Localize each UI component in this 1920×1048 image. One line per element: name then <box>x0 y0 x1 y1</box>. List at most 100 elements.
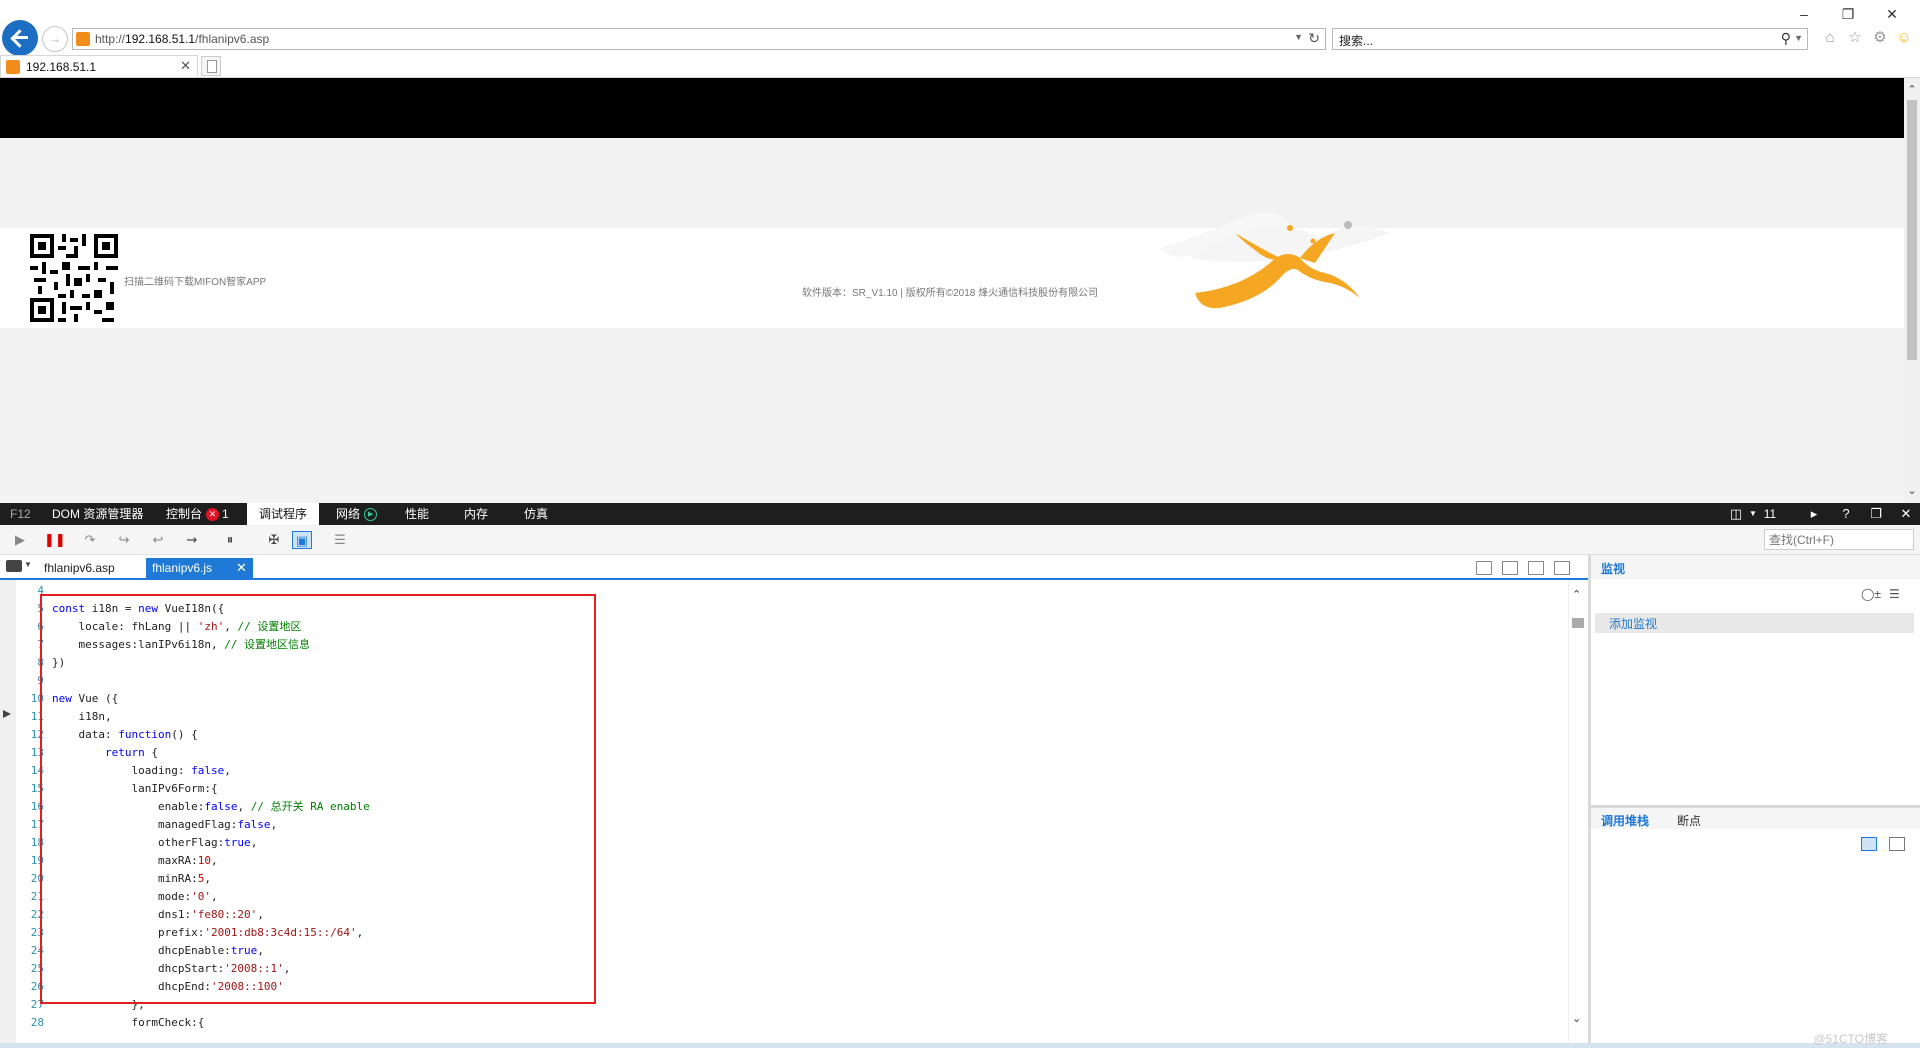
tab-emulation[interactable]: 仿真 <box>524 503 548 525</box>
target-monitor-icon[interactable]: ◫ <box>1726 503 1746 525</box>
continue-icon[interactable]: ▶ <box>10 531 30 549</box>
restore-button[interactable]: ❐ <box>1836 4 1860 24</box>
disconnect-debugger-icon[interactable]: ✠ <box>264 531 284 549</box>
close-devtools-icon[interactable]: ✕ <box>1896 503 1916 525</box>
search-icon[interactable]: ⚲ <box>1781 30 1791 47</box>
refresh-icon[interactable]: ↻ <box>1308 30 1320 47</box>
tab-favicon-icon <box>6 60 20 74</box>
folder-icon[interactable] <box>6 560 22 572</box>
brand-logo <box>1160 213 1390 309</box>
code-scroll-thumb[interactable] <box>1572 618 1584 628</box>
word-wrap-icon[interactable] <box>1528 561 1544 575</box>
address-dropdown-icon[interactable]: ▼ <box>1294 32 1303 42</box>
breakpoint-gutter[interactable] <box>0 580 16 1048</box>
settings-gear-icon[interactable]: ⚙ <box>1870 28 1890 48</box>
exception-behavior-icon[interactable]: ⏸ <box>220 531 240 549</box>
site-favicon-icon <box>76 32 90 46</box>
code-line[interactable]: 28 formCheck:{ <box>18 1014 1578 1032</box>
step-out-icon[interactable]: ↩ <box>148 531 168 549</box>
close-window-button[interactable]: ✕ <box>1880 4 1904 24</box>
file-tab-js[interactable]: fhlanipv6.js ✕ <box>146 558 253 578</box>
scroll-up-icon[interactable]: ⌃ <box>1904 82 1920 98</box>
home-icon[interactable]: ⌂ <box>1820 28 1840 48</box>
search-input[interactable]: 搜索... ⚲ ▼ <box>1332 28 1808 50</box>
devtools-status-strip <box>0 1043 1920 1048</box>
current-line-arrow-icon <box>3 710 11 718</box>
help-icon[interactable]: ? <box>1836 503 1856 525</box>
record-play-icon[interactable]: ▶ <box>364 508 378 522</box>
qr-code-image <box>30 234 118 322</box>
console-error-count: 1 <box>222 507 229 521</box>
devtools-tab-bar: F12 DOM 资源管理器 控制台 ✕ 1 调试程序 网络 ▶ 性能 内存 仿真 ◫ … <box>0 503 1920 525</box>
document-mode-label[interactable]: 11 <box>1760 503 1780 525</box>
version-copyright-text: 软件版本：SR_V1.10 | 版权所有©2018 烽火通信科技股份有限公司 <box>802 288 1099 299</box>
devtools-panel: F12 DOM 资源管理器 控制台 ✕ 1 调试程序 网络 ▶ 性能 内存 仿真 ◫ … <box>0 503 1920 1048</box>
scroll-down-icon[interactable]: ⌄ <box>1904 483 1920 499</box>
minimize-button[interactable]: – <box>1792 4 1816 24</box>
console-toggle-icon[interactable]: ▸ <box>1804 503 1824 525</box>
file-tab-asp[interactable]: fhlanipv6.asp <box>38 558 121 578</box>
show-frames-icon[interactable] <box>1861 837 1877 851</box>
add-watch-icon[interactable]: ◯± <box>1861 587 1881 601</box>
tab-console-label: 控制台 <box>166 507 203 521</box>
pretty-print-icon[interactable]: ☰ <box>330 531 350 549</box>
address-bar[interactable]: http://192.168.51.1/fhlanipv6.asp ▼ ↻ <box>72 28 1326 50</box>
new-tab-button[interactable] <box>201 56 221 76</box>
page-footer <box>0 228 1904 328</box>
find-input[interactable] <box>1764 529 1914 550</box>
source-map-icon[interactable] <box>1554 561 1570 575</box>
just-my-code-icon[interactable]: ▣ <box>292 531 312 549</box>
red-highlight-box <box>40 594 596 1004</box>
watch-list-icon[interactable]: ☰ <box>1889 587 1905 601</box>
callstack-options-icon[interactable] <box>1889 837 1905 851</box>
watermark-text: @51CTO博客 <box>1813 1032 1888 1046</box>
code-text: formCheck:{ <box>52 1016 205 1029</box>
file-tab-close-icon[interactable]: ✕ <box>236 560 247 575</box>
watch-header: 监视 <box>1591 555 1920 579</box>
feedback-smiley-icon[interactable]: ☺ <box>1894 28 1914 48</box>
qr-caption: 扫描二维码下载MIFON智家APP <box>124 277 267 288</box>
folder-dropdown-icon[interactable]: ▼ <box>24 560 32 569</box>
error-x-icon: ✕ <box>206 508 220 522</box>
tab-close-icon[interactable]: ✕ <box>180 58 191 74</box>
tab-performance[interactable]: 性能 <box>405 503 429 525</box>
tab-title: 192.168.51.1 <box>26 60 97 74</box>
add-watch-row[interactable]: 添加监视 <box>1595 613 1914 633</box>
code-editor[interactable]: 4 5 const i18n = new VueI18n({6 locale: fh… <box>0 580 1588 1048</box>
break-pause-icon[interactable]: ❚❚ <box>44 531 66 549</box>
format-code-icon[interactable] <box>1502 561 1518 575</box>
search-dropdown-icon[interactable]: ▼ <box>1794 33 1803 43</box>
browser-chrome: – ❐ ✕ → http://192.168.51.1/fhlanipv6.as… <box>0 0 1920 78</box>
step-over-icon[interactable]: ↪ <box>114 531 134 549</box>
code-scroll-up-icon[interactable]: ⌃ <box>1572 588 1581 601</box>
debugger-toolbar: ▶ ❚❚ ↷ ↪ ↩ ⇝ ⏸ ✠ ▣ ☰ <box>0 525 1920 555</box>
code-scroll-down-icon[interactable]: ⌄ <box>1572 1012 1581 1025</box>
code-scrollbar[interactable]: ⌃ ⌄ <box>1568 580 1586 1048</box>
page-scroll-thumb[interactable] <box>1907 100 1917 360</box>
address-url: http://192.168.51.1/fhlanipv6.asp <box>95 32 270 46</box>
file-tab-js-label: fhlanipv6.js <box>152 561 213 575</box>
step-into-icon[interactable]: ↷ <box>80 531 100 549</box>
back-button[interactable] <box>2 20 38 56</box>
page-header <box>0 78 1904 138</box>
undock-icon[interactable]: ❐ <box>1866 503 1886 525</box>
page-scrollbar[interactable]: ⌃ ⌄ <box>1904 78 1920 503</box>
line-number[interactable]: 28 <box>18 1014 52 1032</box>
tab-console[interactable]: 控制台 ✕ 1 <box>166 503 229 525</box>
tab-network-label: 网络 <box>336 507 361 521</box>
callstack-title[interactable]: 调用堆栈 <box>1601 812 1649 829</box>
tab-memory[interactable]: 内存 <box>464 503 488 525</box>
toggle-breakpoint-icon[interactable] <box>1476 561 1492 575</box>
forward-button[interactable]: → <box>42 26 68 52</box>
browser-tab[interactable]: 192.168.51.1 ✕ <box>0 55 198 78</box>
watch-title[interactable]: 监视 <box>1601 560 1625 577</box>
tab-debugger[interactable]: 调试程序 <box>247 503 320 525</box>
tab-dom-explorer[interactable]: DOM 资源管理器 <box>52 503 143 525</box>
breakpoints-tab[interactable]: 断点 <box>1677 812 1701 829</box>
f12-label: F12 <box>10 507 31 521</box>
tab-network[interactable]: 网络 ▶ <box>336 503 378 525</box>
favorites-star-icon[interactable]: ☆ <box>1845 28 1865 48</box>
target-dropdown-icon[interactable]: ▼ <box>1748 503 1758 525</box>
file-tab-bar: ▼ fhlanipv6.asp fhlanipv6.js ✕ <box>0 555 1588 580</box>
break-on-new-worker-icon[interactable]: ⇝ <box>182 531 202 549</box>
